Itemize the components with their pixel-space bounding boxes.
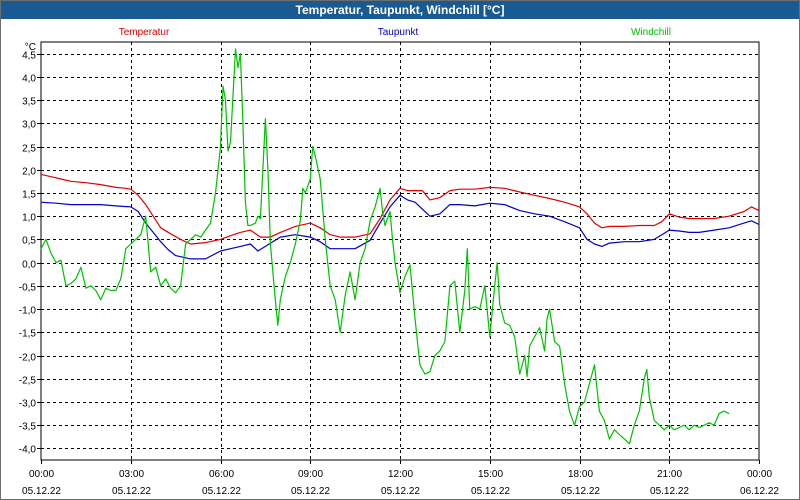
y-tick-label: 1,5: [22, 190, 36, 201]
y-tick-label: 2,0: [22, 167, 36, 178]
x-tick-time-label: 03:00: [119, 469, 144, 480]
window-title: Temperatur, Taupunkt, Windchill [°C]: [1, 1, 799, 19]
y-tick-label: -2,5: [19, 376, 37, 387]
legend-entry-temperatur: Temperatur: [119, 27, 170, 38]
y-tick-label: -3,5: [19, 422, 37, 433]
x-tick-date-label: 05.12.22: [381, 486, 420, 497]
y-tick-label: 0,0: [22, 260, 36, 271]
x-tick-time-label: 00:00: [29, 469, 54, 480]
y-tick-label: -0,5: [19, 283, 37, 294]
series-line-temperatur: [40, 173, 760, 245]
x-tick-time-label: 18:00: [568, 469, 593, 480]
y-tick-label: -3,0: [19, 399, 37, 410]
x-tick-time-label: 12:00: [388, 469, 413, 480]
x-tick-date-label: 05.12.22: [291, 486, 330, 497]
y-tick-label: -1,0: [19, 306, 37, 317]
x-tick-time-label: 06:00: [209, 469, 234, 480]
x-tick-date-label: 05.12.22: [112, 486, 151, 497]
x-tick-time-label: 09:00: [298, 469, 323, 480]
x-tick-date-label: 05.12.22: [471, 486, 510, 497]
y-tick-label: 4,0: [22, 74, 36, 85]
y-tick-label: 0,5: [22, 236, 36, 247]
x-tick-date-label: 05.12.22: [650, 486, 689, 497]
x-tick-date-label: 05.12.22: [561, 486, 600, 497]
y-tick-label: 2,5: [22, 144, 36, 155]
y-tick-label: 3,5: [22, 97, 36, 108]
y-tick-label: -1,5: [19, 329, 37, 340]
y-tick-label: -4,0: [19, 445, 37, 456]
series-line-windchill: [40, 48, 730, 445]
chart-window: Temperatur, Taupunkt, Windchill [°C] 4,5…: [0, 0, 800, 500]
y-axis-label: °C: [25, 42, 36, 53]
x-tick-date-label: 05.12.22: [202, 486, 241, 497]
x-tick-date-label: 06.12.22: [740, 486, 779, 497]
x-tick-time-label: 15:00: [478, 469, 503, 480]
x-tick-date-label: 05.12.22: [22, 486, 61, 497]
chart-canvas: 4,54,03,53,02,52,01,51,00,50,0-0,5-1,0-1…: [19, 27, 780, 497]
legend-layer: Temperatur Taupunkt Windchill: [119, 27, 671, 38]
x-tick-time-label: 21:00: [657, 469, 682, 480]
legend-entry-taupunkt: Taupunkt: [378, 27, 419, 38]
y-tick-label: 1,0: [22, 213, 36, 224]
y-tick-label: -2,0: [19, 353, 37, 364]
y-tick-label: 3,0: [22, 120, 36, 131]
legend-entry-windchill: Windchill: [631, 27, 671, 38]
x-tick-time-label: 00:00: [747, 469, 772, 480]
